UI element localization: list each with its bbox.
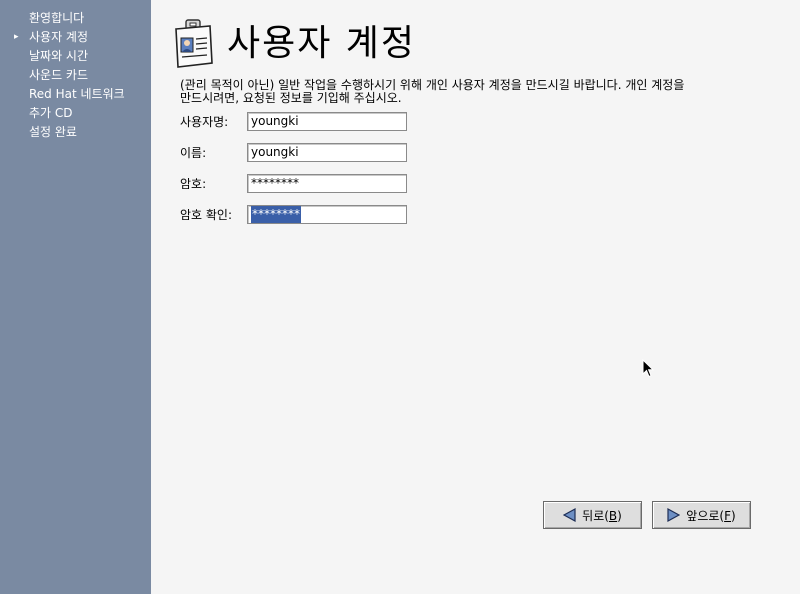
mouse-pointer-icon [642,359,654,378]
password-value: ******** [251,175,299,190]
back-arrow-icon [563,508,576,522]
fullname-row: 이름: youngki [180,141,407,163]
confirm-label: 암호 확인: [180,207,233,222]
sidebar-item-additional-cd: 추가 CD [0,104,151,123]
fullname-label: 이름: [180,145,207,160]
back-label-suffix: ) [617,508,622,523]
forward-button[interactable]: 앞으로(F) [652,501,751,529]
sidebar-item-label: 사용자 계정 [29,30,89,44]
intro-text: (관리 목적이 아닌) 일반 작업을 수행하시기 위해 개인 사용자 계정을 만… [180,78,685,105]
sidebar-item-label: 날짜와 시간 [29,49,89,63]
username-value: youngki [251,113,299,128]
id-badge-icon [175,19,213,68]
sidebar-item-red-hat-network: Red Hat 네트워크 [0,85,151,104]
page-header: 사용자 계정 [171,18,416,70]
back-mnemonic: B [608,508,618,523]
current-step-arrow-icon: ▸ [14,32,19,42]
fullname-value: youngki [251,144,299,159]
sidebar-item-date-time: 날짜와 시간 [0,47,151,66]
forward-mnemonic: F [724,508,732,523]
sidebar-item-label: Red Hat 네트워크 [29,87,125,101]
sidebar-item-user-account: ▸ 사용자 계정 [0,28,151,47]
main-panel: 사용자 계정 (관리 목적이 아닌) 일반 작업을 수행하시기 위해 개인 사용… [151,0,800,594]
confirm-input[interactable]: ******** [247,204,407,224]
back-label-text: 뒤로( [582,508,609,523]
sidebar-item-welcome: 환영합니다 [0,9,151,28]
sidebar-item-finish-setup: 설정 완료 [0,123,151,142]
sidebar-item-label: 설정 완료 [29,125,77,139]
sidebar-item-label: 환영합니다 [29,11,85,25]
step-list: 환영합니다 ▸ 사용자 계정 날짜와 시간 사운드 카드 Red Hat 네트워크… [0,0,151,142]
username-row: 사용자명: youngki [180,110,407,132]
fullname-input[interactable]: youngki [247,142,407,162]
confirm-row: 암호 확인: ******** [180,203,407,225]
forward-label-text: 앞으로( [686,508,725,523]
sidebar-item-label: 사운드 카드 [29,68,89,82]
confirm-value-selected: ******** [251,205,301,223]
password-label: 암호: [180,176,207,191]
back-button[interactable]: 뒤로(B) [543,501,642,529]
sidebar: 환영합니다 ▸ 사용자 계정 날짜와 시간 사운드 카드 Red Hat 네트워크… [0,0,151,594]
sidebar-item-label: 추가 CD [29,106,73,120]
forward-button-label: 앞으로(F) [686,507,735,524]
sidebar-item-sound-card: 사운드 카드 [0,66,151,85]
password-input[interactable]: ******** [247,173,407,193]
forward-label-suffix: ) [731,508,736,523]
username-input[interactable]: youngki [247,111,407,131]
password-row: 암호: ******** [180,172,407,194]
username-label: 사용자명: [180,114,229,129]
page-title: 사용자 계정 [227,23,417,64]
back-button-label: 뒤로(B) [582,507,622,524]
forward-arrow-icon [667,508,681,522]
